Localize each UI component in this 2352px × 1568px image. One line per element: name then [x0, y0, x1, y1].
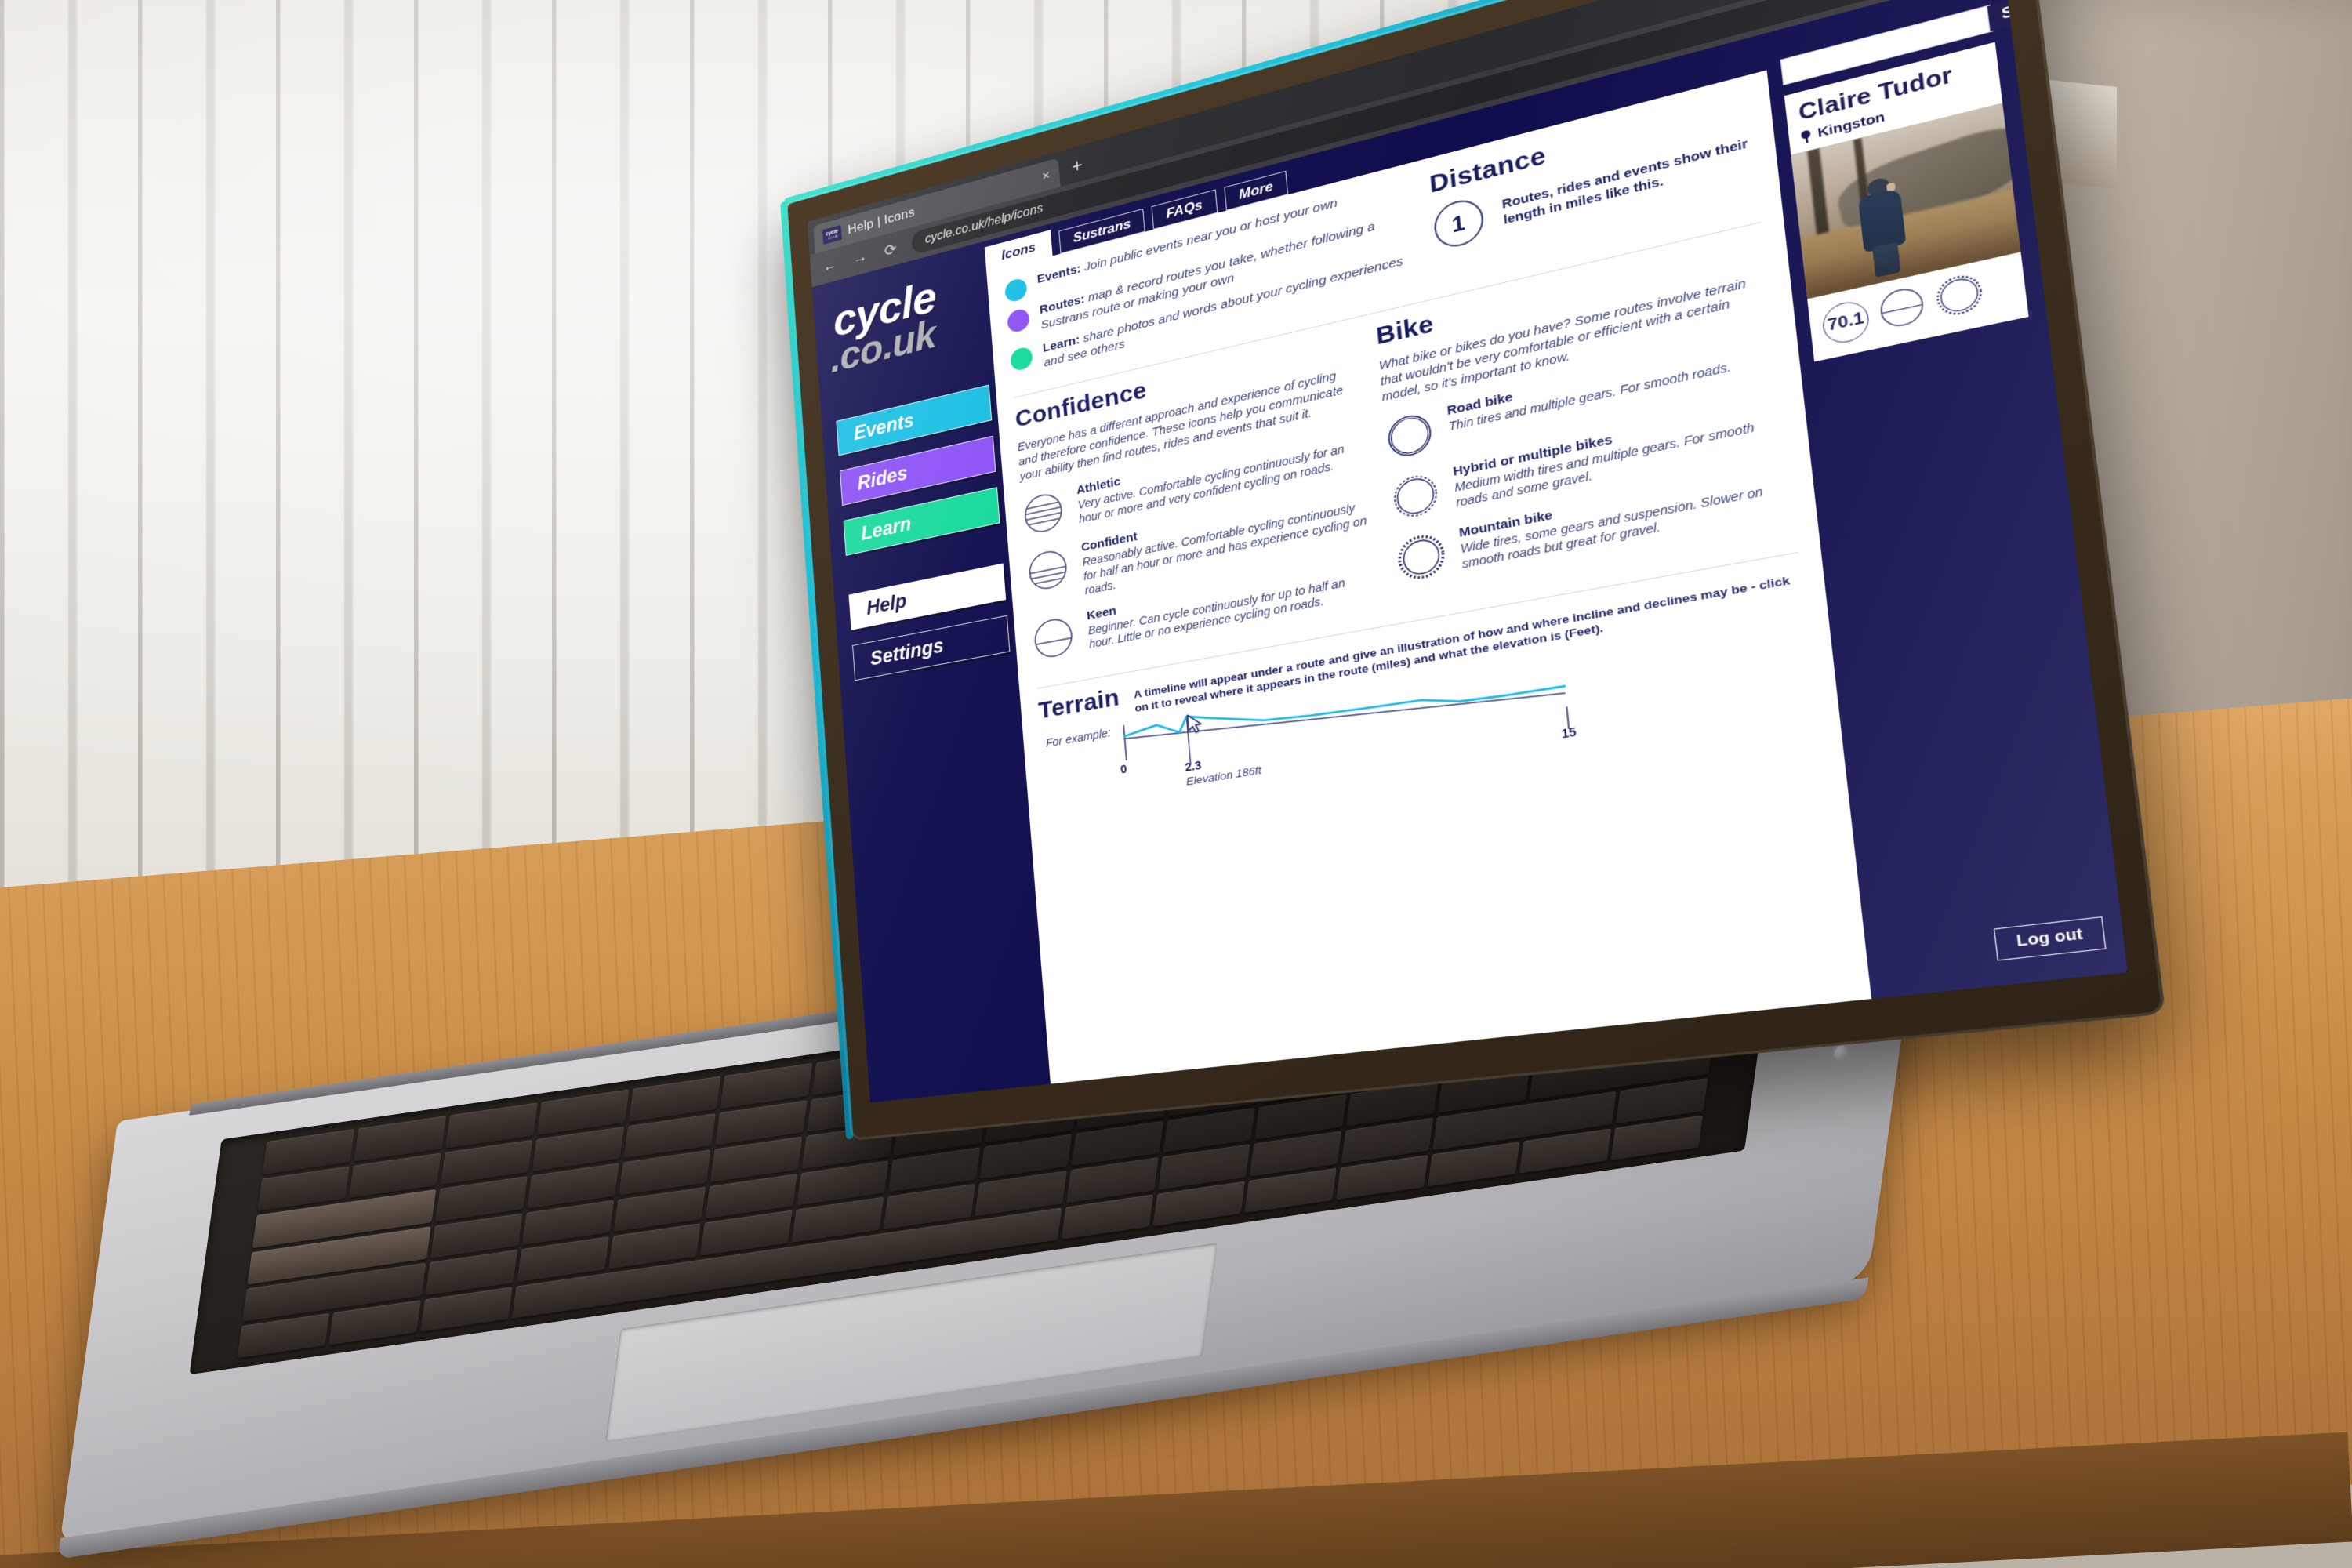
distance-badge-icon: 1: [1432, 195, 1486, 252]
laptop-lid: cycle .co.uk Help | Icons × + ← → ⟳ cycl…: [780, 0, 2166, 1141]
reload-icon[interactable]: ⟳: [880, 238, 901, 261]
brand-logo[interactable]: cycle .co.uk: [829, 263, 992, 382]
xtick-15: 15: [1560, 724, 1577, 741]
search-button[interactable]: Search: [1986, 0, 2075, 32]
confidence-confident-icon: [1026, 546, 1070, 598]
confidence-athletic-icon: [1022, 488, 1065, 541]
xtick-0: 0: [1120, 761, 1127, 776]
mouse-cursor-icon: [1185, 712, 1204, 735]
bike-road-icon: [1384, 409, 1435, 466]
confidence-section: Confidence Everyone has a different appr…: [1014, 328, 1379, 677]
screen: cycle .co.uk Help | Icons × + ← → ⟳ cycl…: [807, 0, 2128, 1103]
events-dot-icon: [1004, 277, 1028, 304]
sidebar-nav: Events Rides Learn Help Settings: [836, 383, 1016, 681]
close-icon[interactable]: ×: [1042, 167, 1051, 184]
back-icon[interactable]: ←: [820, 255, 840, 277]
confidence-keen-icon: [1876, 283, 1928, 337]
map-pin-icon: [1801, 129, 1811, 143]
forward-icon[interactable]: →: [850, 247, 870, 269]
legend-term: Events:: [1036, 262, 1082, 287]
laptop: cycle .co.uk Help | Icons × + ← → ⟳ cycl…: [0, 0, 2352, 1568]
xtick-annotation: 2.3: [1184, 757, 1202, 774]
logout-button[interactable]: Log out: [1994, 916, 2107, 961]
confidence-keen-icon: [1032, 613, 1076, 666]
content-sheet: Icons Sustrans FAQs More Events: Join pu…: [984, 70, 1872, 1084]
power-led: [1833, 1044, 1848, 1060]
photo-person: [1854, 172, 1920, 280]
learn-dot-icon: [1010, 345, 1033, 372]
bike-hybrid-icon: [1390, 470, 1441, 526]
terrain-heading: Terrain: [1037, 684, 1120, 724]
site-favicon-icon: cycle .co.uk: [822, 224, 842, 245]
bike-section: Bike What bike or bikes do you have? Som…: [1375, 234, 1797, 611]
profile-card: Claire Tudor Kingston 70.1: [1784, 42, 2029, 362]
distance-badge-icon: 70.1: [1820, 297, 1871, 347]
bike-mountain-icon: [1396, 531, 1446, 587]
routes-dot-icon: [1007, 307, 1030, 335]
bike-hybrid-icon: [1933, 270, 1986, 325]
